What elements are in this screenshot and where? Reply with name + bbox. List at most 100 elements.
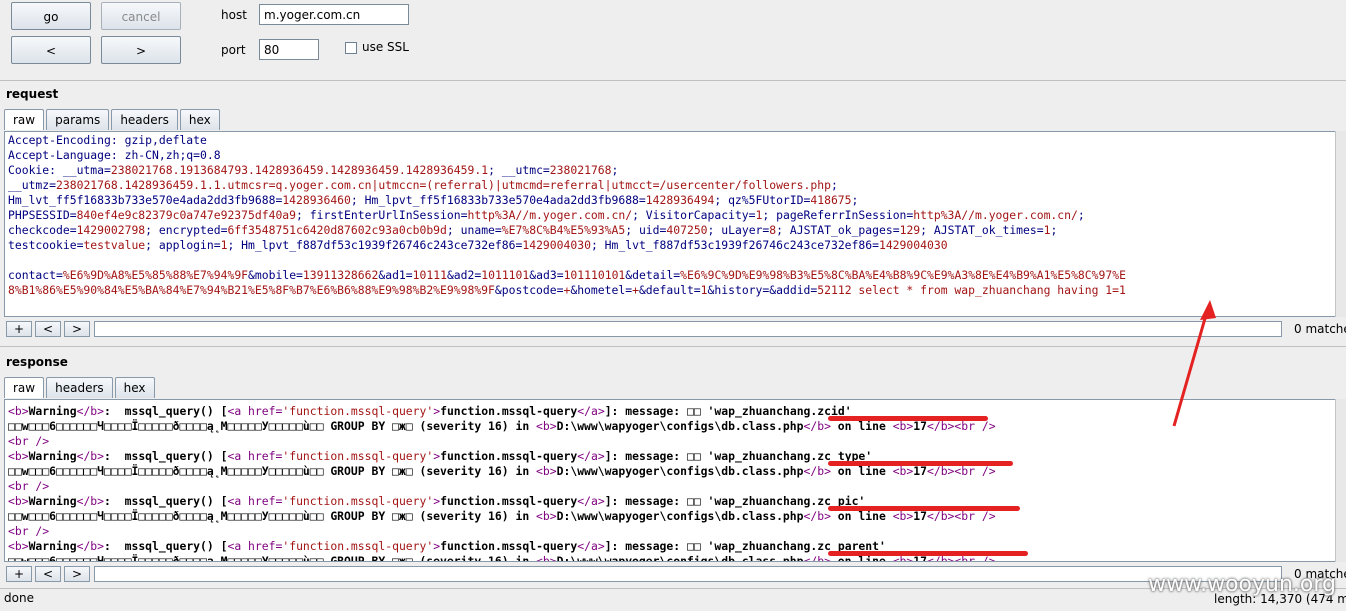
request-text-segment: 840ef4e9c82379c0a747e92375df40a9 bbox=[76, 208, 297, 222]
response-text-segment: <b> bbox=[8, 494, 29, 508]
back-button[interactable]: < bbox=[11, 36, 91, 64]
response-text-segment: on line bbox=[830, 419, 893, 433]
request-text-segment: ; uid= bbox=[625, 223, 667, 237]
request-text-segment: ; uLayer= bbox=[707, 223, 770, 237]
request-text-segment: 238021768.1913684793.1428936459.14289364… bbox=[110, 163, 489, 177]
request-scrollbar[interactable] bbox=[1335, 131, 1346, 317]
host-label: host bbox=[221, 8, 247, 22]
request-text-segment: contact= bbox=[8, 268, 63, 282]
response-text-segment: </a> bbox=[577, 539, 605, 553]
request-text-segment: + bbox=[632, 283, 639, 297]
request-text-segment: testcookie= bbox=[8, 238, 84, 252]
request-text-segment: PHPSESSID= bbox=[8, 208, 77, 222]
response-text-segment: <a href= bbox=[227, 449, 283, 463]
response-line: <br /> bbox=[8, 479, 1332, 494]
port-input[interactable]: 80 bbox=[259, 39, 319, 60]
response-text-segment: □□w□□□6□□□□□□Ч□□□□Ï□□□□□ð□□□□ą˛M□□□□□У□□… bbox=[8, 554, 537, 562]
ssl-checkbox[interactable] bbox=[345, 42, 357, 54]
response-line: <b>Warning</b>: mssql_query() [<a href='… bbox=[8, 449, 1332, 464]
response-text-segment: □□w□□□6□□□□□□Ч□□□□Ï□□□□□ð□□□□ą˛M□□□□□У□□… bbox=[8, 509, 537, 523]
response-text-segment: D:\www\wapyoger\configs\db.class.php bbox=[556, 554, 804, 562]
request-text-segment: 13911328662 bbox=[302, 268, 379, 282]
request-text-segment: Accept-Encoding: gzip,deflate bbox=[8, 133, 207, 147]
request-search-next-button[interactable]: > bbox=[64, 321, 90, 337]
request-text-segment: ; firstEnterUrlInSession= bbox=[296, 208, 468, 222]
response-text-segment: <br /> bbox=[8, 434, 50, 448]
response-text-segment: <b> bbox=[536, 464, 557, 478]
response-text-segment: D:\www\wapyoger\configs\db.class.php bbox=[556, 464, 804, 478]
response-text-segment: </b><br /> bbox=[926, 464, 996, 478]
request-text-segment: 101110101 bbox=[563, 268, 626, 282]
tab-request-raw[interactable]: raw bbox=[4, 109, 45, 130]
response-text-segment: <a href= bbox=[227, 494, 283, 508]
response-text-segment: on line bbox=[830, 464, 893, 478]
request-line bbox=[8, 253, 1332, 268]
go-button[interactable]: go bbox=[11, 2, 91, 30]
response-text-segment: Warning bbox=[28, 494, 77, 508]
request-text-segment: ; AJSTAT_ok_times= bbox=[920, 223, 1044, 237]
request-line: contact=%E6%9D%A8%E5%85%88%E7%94%9F&mobi… bbox=[8, 268, 1332, 283]
request-text-segment: http%3A//m.yoger.com.cn/ bbox=[467, 208, 633, 222]
forward-button[interactable]: > bbox=[101, 36, 181, 64]
request-text-segment: &mobile= bbox=[248, 268, 303, 282]
response-raw-editor[interactable]: <b>Warning</b>: mssql_query() [<a href='… bbox=[4, 399, 1336, 562]
tab-response-headers[interactable]: headers bbox=[46, 377, 113, 398]
request-text-segment: ; bbox=[851, 193, 859, 207]
request-search-input[interactable] bbox=[94, 321, 1282, 337]
response-text-segment: : mssql_query() [ bbox=[104, 404, 228, 418]
panel-divider[interactable] bbox=[0, 346, 1346, 347]
request-raw-editor[interactable]: Accept-Encoding: gzip,deflate Accept-Lang… bbox=[4, 131, 1336, 317]
request-text-segment: &default= bbox=[638, 283, 701, 297]
request-line: Hm_lvt_ff5f16833b733e570e4ada2dd3fb9688=… bbox=[8, 193, 1332, 208]
request-text-segment: 1 bbox=[700, 283, 708, 297]
response-text-segment: function.mssql-query bbox=[440, 449, 578, 463]
host-input[interactable]: m.yoger.com.cn bbox=[259, 4, 409, 25]
response-line: <b>Warning</b>: mssql_query() [<a href='… bbox=[8, 404, 1332, 419]
request-text-segment: 407250 bbox=[666, 223, 708, 237]
response-text-segment: Warning bbox=[28, 404, 77, 418]
request-search-add-button[interactable]: + bbox=[6, 321, 32, 337]
response-text-segment: : mssql_query() [ bbox=[104, 539, 228, 553]
request-text-segment: ; Hm_lpvt_ff5f16833b733e570e4ada2dd3fb96… bbox=[350, 193, 646, 207]
request-line: Accept-Language: zh-CN,zh;q=0.8 bbox=[8, 148, 1332, 163]
response-text-segment: ]: message: □□ 'wap_zhuanchang.zc_pic' bbox=[604, 494, 866, 508]
response-line: <b>Warning</b>: mssql_query() [<a href='… bbox=[8, 494, 1332, 509]
request-text-segment: ; bbox=[611, 163, 619, 177]
request-text-segment: ; VisitorCapacity= bbox=[632, 208, 756, 222]
response-text-segment: : mssql_query() [ bbox=[104, 449, 228, 463]
request-line: PHPSESSID=840ef4e9c82379c0a747e92375df40… bbox=[8, 208, 1332, 223]
response-scrollbar[interactable] bbox=[1335, 399, 1346, 562]
watermark-text: www.wooyun.org bbox=[1148, 572, 1336, 597]
request-text-segment: Cookie: __utma= bbox=[8, 163, 111, 177]
response-search-input[interactable] bbox=[94, 566, 1282, 582]
response-line: <br /> bbox=[8, 434, 1332, 449]
response-text-segment: </b> bbox=[76, 449, 105, 463]
annotation-underline-2 bbox=[828, 461, 1013, 466]
request-text-segment: checkcode= bbox=[8, 223, 77, 237]
request-text-segment: Accept-Language: zh-CN,zh;q=0.8 bbox=[8, 148, 221, 162]
response-search-prev-button[interactable]: < bbox=[35, 566, 61, 582]
response-search-next-button[interactable]: > bbox=[64, 566, 90, 582]
request-text-segment: ; __utmc= bbox=[488, 163, 550, 177]
response-search-add-button[interactable]: + bbox=[6, 566, 32, 582]
request-text-segment: ; bbox=[830, 178, 838, 192]
tab-request-params[interactable]: params bbox=[46, 109, 110, 130]
response-tabs: raw headers hex bbox=[4, 377, 157, 398]
response-text-segment: function.mssql-query bbox=[440, 494, 578, 508]
tab-response-raw[interactable]: raw bbox=[4, 377, 45, 398]
cancel-button[interactable]: cancel bbox=[101, 2, 181, 30]
request-line: checkcode=1429002798; encrypted=6ff35487… bbox=[8, 223, 1332, 238]
request-text-segment: &ad2= bbox=[446, 268, 482, 282]
response-text-segment: □□w□□□6□□□□□□Ч□□□□Ï□□□□□ð□□□□ą˛M□□□□□У□□… bbox=[8, 419, 537, 433]
request-text-segment: %E6%9D%A8%E5%85%88%E7%94%9F bbox=[62, 268, 249, 282]
tab-response-hex[interactable]: hex bbox=[114, 377, 155, 398]
response-text-segment: 17 bbox=[913, 419, 927, 433]
tab-request-headers[interactable]: headers bbox=[111, 109, 178, 130]
response-line: <br /> bbox=[8, 524, 1332, 539]
response-text-segment: D:\www\wapyoger\configs\db.class.php bbox=[556, 509, 804, 523]
request-search-prev-button[interactable]: < bbox=[35, 321, 61, 337]
request-text-segment: ; qz%5FUtorID= bbox=[714, 193, 811, 207]
request-text-segment: 238021768 bbox=[549, 163, 612, 177]
response-title: response bbox=[6, 355, 68, 369]
tab-request-hex[interactable]: hex bbox=[179, 109, 220, 130]
